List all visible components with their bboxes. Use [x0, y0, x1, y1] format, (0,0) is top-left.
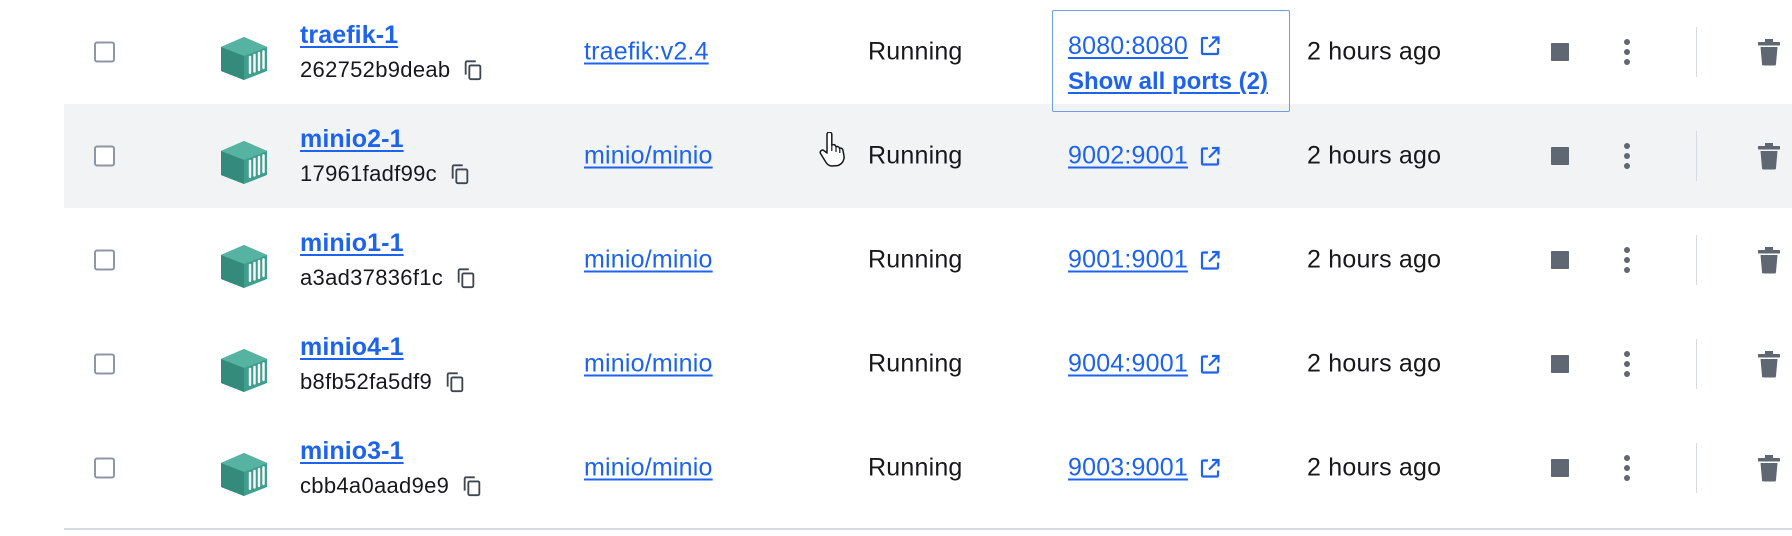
more-vertical-icon[interactable] — [1615, 453, 1639, 483]
table-bottom-border — [64, 528, 1792, 530]
action-divider — [1696, 339, 1697, 389]
table-row: minio4-1 b8fb52fa5df9 minio/minio Runnin… — [64, 312, 1792, 416]
ports-cell: 9004:9001 — [1068, 350, 1222, 379]
container-id-line: 17961fadf99c — [300, 160, 471, 188]
row-checkbox[interactable] — [94, 41, 115, 63]
image-link[interactable]: minio/minio — [584, 142, 713, 171]
container-icon — [221, 141, 267, 184]
container-id-line: a3ad37836f1c — [300, 264, 477, 292]
copy-icon[interactable] — [462, 59, 484, 81]
stop-button[interactable] — [1548, 144, 1572, 168]
stop-button[interactable] — [1548, 248, 1572, 272]
stop-button[interactable] — [1548, 40, 1572, 64]
port-link[interactable]: 9004:9001 — [1068, 350, 1188, 379]
container-id-line: b8fb52fa5df9 — [300, 368, 466, 396]
containers-table: traefik-1 262752b9deab traefik:v2.4 Runn… — [64, 0, 1792, 520]
container-name-block: minio3-1 cbb4a0aad9e9 — [300, 436, 483, 500]
container-id-line: cbb4a0aad9e9 — [300, 472, 483, 500]
more-vertical-icon[interactable] — [1615, 245, 1639, 275]
started-time: 2 hours ago — [1307, 349, 1442, 378]
container-name-block: minio1-1 a3ad37836f1c — [300, 228, 477, 292]
ports-focus-ring — [1052, 10, 1290, 112]
container-name-block: minio4-1 b8fb52fa5df9 — [300, 332, 466, 396]
port-link[interactable]: 9002:9001 — [1068, 142, 1188, 171]
container-icon — [221, 453, 267, 496]
container-id: 17961fadf99c — [300, 161, 437, 186]
trash-icon[interactable] — [1757, 454, 1781, 482]
container-name-link[interactable]: minio1-1 — [300, 228, 477, 258]
trash-icon[interactable] — [1757, 246, 1781, 274]
ports-cell: 9002:9001 — [1068, 142, 1222, 171]
started-time: 2 hours ago — [1307, 37, 1442, 66]
container-name-link[interactable]: minio4-1 — [300, 332, 466, 362]
table-row: minio1-1 a3ad37836f1c minio/minio Runnin… — [64, 208, 1792, 312]
table-row: traefik-1 262752b9deab traefik:v2.4 Runn… — [64, 0, 1792, 112]
container-id-line: 262752b9deab — [300, 56, 484, 84]
container-name-block: traefik-1 262752b9deab — [300, 20, 484, 84]
trash-icon[interactable] — [1757, 38, 1781, 66]
copy-icon[interactable] — [449, 163, 471, 185]
container-name-block: minio2-1 17961fadf99c — [300, 124, 471, 188]
hand-pointer-cursor — [819, 132, 845, 167]
action-divider — [1696, 443, 1697, 493]
container-name-link[interactable]: minio3-1 — [300, 436, 483, 466]
started-time: 2 hours ago — [1307, 453, 1442, 482]
container-icon — [221, 349, 267, 392]
stop-icon — [1551, 251, 1569, 269]
action-divider — [1696, 131, 1697, 181]
external-link-icon[interactable] — [1198, 248, 1222, 272]
container-id: b8fb52fa5df9 — [300, 369, 433, 394]
copy-icon[interactable] — [455, 267, 477, 289]
image-link[interactable]: minio/minio — [584, 246, 713, 275]
stop-icon — [1551, 355, 1569, 373]
copy-icon[interactable] — [444, 371, 466, 393]
row-checkbox[interactable] — [94, 145, 115, 167]
image-link[interactable]: traefik:v2.4 — [584, 38, 709, 67]
status-text: Running — [868, 37, 963, 66]
status-text: Running — [868, 453, 963, 482]
stop-button[interactable] — [1548, 352, 1572, 376]
table-row: minio3-1 cbb4a0aad9e9 minio/minio Runnin… — [64, 416, 1792, 520]
more-vertical-icon[interactable] — [1615, 141, 1639, 171]
port-link[interactable]: 9003:9001 — [1068, 454, 1188, 483]
table-row: minio2-1 17961fadf99c minio/minio Runnin… — [64, 104, 1792, 208]
action-divider — [1696, 27, 1697, 77]
stop-icon — [1551, 43, 1569, 61]
container-icon — [221, 245, 267, 288]
container-id: a3ad37836f1c — [300, 265, 444, 290]
stop-button[interactable] — [1548, 456, 1572, 480]
stop-icon — [1551, 459, 1569, 477]
ports-cell: 9001:9001 — [1068, 246, 1222, 275]
port-link[interactable]: 9001:9001 — [1068, 246, 1188, 275]
stop-icon — [1551, 147, 1569, 165]
row-checkbox[interactable] — [94, 249, 115, 271]
started-time: 2 hours ago — [1307, 245, 1442, 274]
trash-icon[interactable] — [1757, 350, 1781, 378]
container-name-link[interactable]: minio2-1 — [300, 124, 471, 154]
copy-icon[interactable] — [461, 475, 483, 497]
image-link[interactable]: minio/minio — [584, 454, 713, 483]
image-link[interactable]: minio/minio — [584, 350, 713, 379]
started-time: 2 hours ago — [1307, 141, 1442, 170]
more-vertical-icon[interactable] — [1615, 37, 1639, 67]
container-name-link[interactable]: traefik-1 — [300, 20, 484, 50]
status-text: Running — [868, 245, 963, 274]
row-checkbox[interactable] — [94, 353, 115, 375]
container-icon — [221, 37, 267, 80]
container-id: cbb4a0aad9e9 — [300, 473, 450, 498]
external-link-icon[interactable] — [1198, 456, 1222, 480]
external-link-icon[interactable] — [1198, 352, 1222, 376]
status-text: Running — [868, 349, 963, 378]
external-link-icon[interactable] — [1198, 144, 1222, 168]
ports-cell: 9003:9001 — [1068, 454, 1222, 483]
action-divider — [1696, 235, 1697, 285]
row-checkbox[interactable] — [94, 457, 115, 479]
container-id: 262752b9deab — [300, 57, 451, 82]
more-vertical-icon[interactable] — [1615, 349, 1639, 379]
status-text: Running — [868, 141, 963, 170]
trash-icon[interactable] — [1757, 142, 1781, 170]
